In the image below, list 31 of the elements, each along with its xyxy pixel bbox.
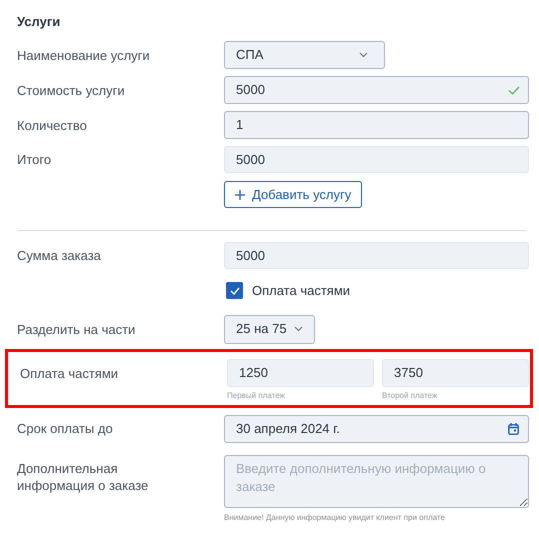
- readonly-field: 5000: [224, 146, 529, 173]
- field-label: Разделить на части: [17, 320, 136, 338]
- readonly-field: 5000: [224, 242, 529, 269]
- payment-field[interactable]: 3750: [382, 358, 529, 386]
- input-field[interactable]: 1: [224, 111, 529, 139]
- chevron-down-icon: [294, 326, 303, 332]
- date-field[interactable]: 30 апреля 2024 г.: [224, 414, 529, 442]
- split-select[interactable]: 25 на 75: [224, 314, 315, 344]
- add-service-button[interactable]: Добавить услугу: [224, 181, 362, 208]
- field-label: Сумма заказа: [17, 247, 102, 264]
- field-label: Оплата частями: [20, 364, 120, 382]
- check-icon: [230, 286, 240, 295]
- field-label: Срок оплаты до: [17, 420, 114, 437]
- field-label: Дополнительная информация о заказе: [17, 460, 150, 494]
- select-field[interactable]: СПА: [224, 41, 385, 69]
- installments-checkbox[interactable]: Оплата частями: [226, 281, 350, 300]
- hint-text: Внимание! Данную информацию увидит клиент при оплате: [224, 512, 446, 522]
- input-field[interactable]: 5000: [224, 76, 529, 104]
- checkbox[interactable]: [226, 282, 243, 300]
- section-title: Услуги: [17, 13, 62, 30]
- plus-icon: [235, 190, 245, 200]
- chevron-down-icon: [359, 52, 368, 58]
- payment-field[interactable]: 1250: [227, 358, 374, 386]
- calendar-icon: [508, 422, 519, 434]
- notes-field[interactable]: Введите дополнительную информацию о заказе: [224, 454, 529, 508]
- field-label: Количество: [17, 116, 88, 134]
- field-label: Итого: [17, 151, 52, 168]
- field-caption: Второй платеж: [382, 390, 438, 400]
- field-label: Стоимость услуги: [17, 82, 126, 98]
- field-caption: Первый платеж: [227, 390, 286, 400]
- field-label: Наименование услуги: [17, 46, 151, 64]
